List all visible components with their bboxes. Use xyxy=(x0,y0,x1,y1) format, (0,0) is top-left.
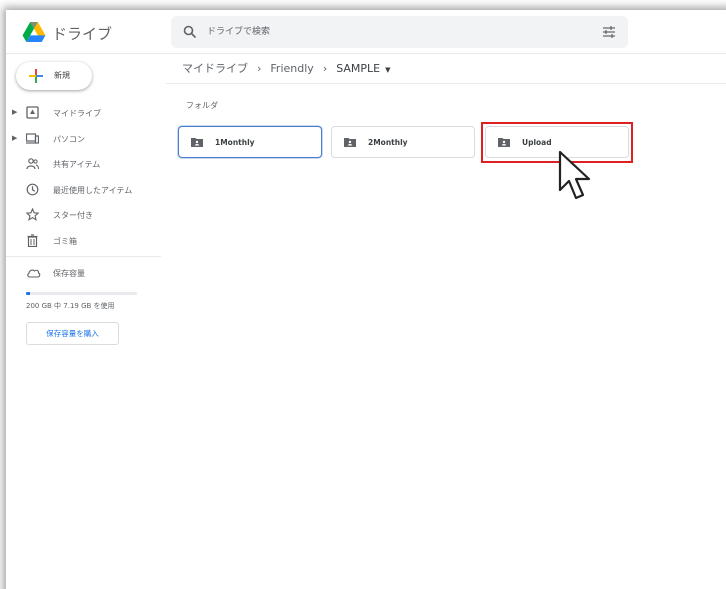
breadcrumb-current-folder[interactable]: SAMPLE ▼ xyxy=(336,62,390,75)
search-icon[interactable] xyxy=(183,25,197,39)
folder-name: Upload xyxy=(522,138,552,147)
folders-section-label: フォルダ xyxy=(186,101,218,110)
app-header: ドライブ xyxy=(6,10,726,54)
my-drive-icon xyxy=(26,106,39,119)
sidebar-divider xyxy=(6,256,161,257)
expand-caret-icon[interactable]: ▶ xyxy=(12,134,17,142)
sidebar-nav: ▶ マイドライブ ▶ パソコン 共有アイテム 最近使用したアイテム スター付き … xyxy=(6,100,161,253)
chevron-right-icon: › xyxy=(322,61,328,75)
app-name: ドライブ xyxy=(52,25,113,43)
drive-window: ドライブ 新規 ▶ xyxy=(6,10,726,589)
buy-storage-button[interactable]: 保存容量を購入 xyxy=(26,322,119,345)
shared-folder-icon xyxy=(344,138,356,147)
sidebar-item-trash[interactable]: ゴミ箱 xyxy=(6,228,161,254)
cloud-icon xyxy=(27,269,41,278)
sidebar-item-recent[interactable]: 最近使用したアイテム xyxy=(6,177,161,203)
sidebar-item-computers[interactable]: ▶ パソコン xyxy=(6,126,161,152)
folder-name: 1Monthly xyxy=(215,138,255,147)
breadcrumb-my-drive[interactable]: マイドライブ xyxy=(182,60,248,76)
sidebar-item-my-drive[interactable]: ▶ マイドライブ xyxy=(6,100,161,126)
folder-1monthly[interactable]: 1Monthly xyxy=(178,126,322,158)
main-divider xyxy=(166,83,726,84)
trash-icon xyxy=(27,233,38,247)
new-button[interactable]: 新規 xyxy=(16,62,92,90)
breadcrumb: マイドライブ › Friendly › SAMPLE ▼ xyxy=(182,60,391,76)
search-input[interactable] xyxy=(207,16,587,48)
sidebar-item-label: 共有アイテム xyxy=(53,160,101,169)
storage-usage-fill xyxy=(26,292,30,295)
folder-upload[interactable]: Upload xyxy=(485,126,629,158)
sidebar-item-label: マイドライブ xyxy=(53,109,101,118)
sidebar-item-starred[interactable]: スター付き xyxy=(6,202,161,228)
search-box[interactable] xyxy=(171,16,628,48)
storage-usage-bar xyxy=(26,292,137,295)
expand-caret-icon[interactable]: ▶ xyxy=(12,108,17,116)
sidebar-item-label: パソコン xyxy=(53,134,85,144)
computers-icon xyxy=(26,132,39,144)
breadcrumb-friendly[interactable]: Friendly xyxy=(270,62,313,75)
chevron-down-icon: ▼ xyxy=(385,65,391,74)
sidebar-item-label: スター付き xyxy=(53,211,93,220)
sidebar-item-label: ゴミ箱 xyxy=(53,236,77,246)
shared-folder-icon xyxy=(498,138,510,147)
search-options-icon[interactable] xyxy=(602,25,616,39)
storage-label[interactable]: 保存容量 xyxy=(53,268,85,279)
recent-icon xyxy=(26,183,39,195)
star-icon xyxy=(26,208,39,221)
new-button-label: 新規 xyxy=(54,71,70,80)
folder-2monthly[interactable]: 2Monthly xyxy=(331,126,475,158)
shared-folder-icon xyxy=(191,138,203,147)
chevron-right-icon: › xyxy=(257,61,262,75)
sidebar-item-shared[interactable]: 共有アイテム xyxy=(6,151,161,177)
breadcrumb-sample: SAMPLE xyxy=(336,61,381,75)
plus-icon xyxy=(29,69,43,83)
folder-name: 2Monthly xyxy=(368,138,408,147)
storage-usage-text: 200 GB 中 7.19 GB を使用 xyxy=(26,302,115,310)
shared-icon xyxy=(26,158,39,170)
sidebar-item-label: 最近使用したアイテム xyxy=(53,185,133,195)
drive-logo-icon[interactable] xyxy=(22,22,46,42)
